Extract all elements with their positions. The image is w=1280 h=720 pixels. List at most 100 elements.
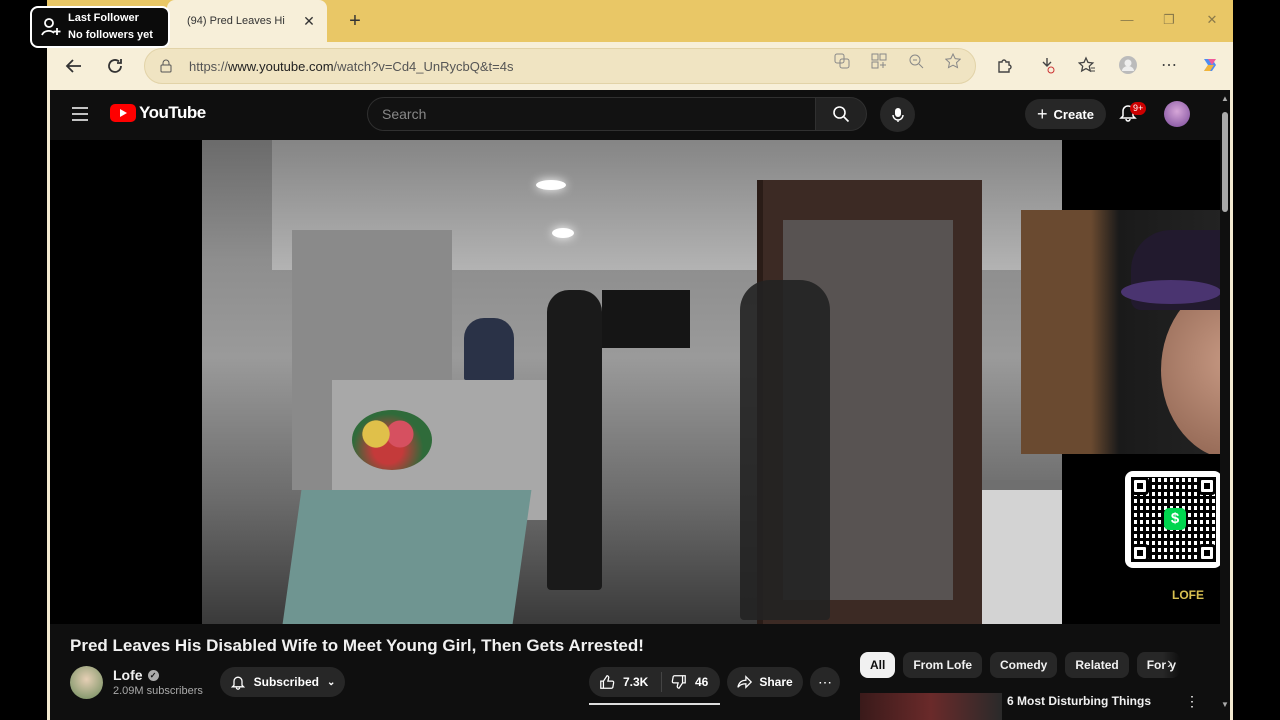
browser-tab-active[interactable]: (94) Pred Leaves Hi ✕ xyxy=(167,0,327,42)
page-scrollbar[interactable]: ▲ ▼ xyxy=(1220,90,1230,720)
follower-text: Last Follower No followers yet xyxy=(68,10,153,44)
youtube-page: YouTube + Create 9+ ▲ ▼ xyxy=(50,90,1230,720)
back-icon[interactable] xyxy=(62,54,86,78)
site-info-icon[interactable] xyxy=(159,59,177,73)
share-button[interactable]: Share xyxy=(727,667,803,697)
cashapp-qr-code: $ xyxy=(1125,471,1220,568)
more-actions-button[interactable]: ⋯ xyxy=(810,667,840,697)
search-box xyxy=(367,97,816,131)
dislike-button[interactable]: 46 xyxy=(662,674,708,690)
tab-close-icon[interactable]: ✕ xyxy=(301,13,317,30)
wall-tv xyxy=(602,290,690,348)
address-bar[interactable]: https://www.youtube.com/watch?v=Cd4_UnRy… xyxy=(144,48,976,84)
recommendation-title[interactable]: 6 Most Disturbing Things xyxy=(1007,694,1151,708)
recommendation-menu-icon[interactable]: ⋮ xyxy=(1185,693,1199,710)
menu-icon[interactable] xyxy=(70,104,90,124)
scroll-down-icon[interactable]: ▼ xyxy=(1221,700,1229,709)
bell-icon xyxy=(230,676,245,690)
new-tab-icon[interactable]: + xyxy=(343,9,367,33)
close-window-icon[interactable]: ✕ xyxy=(1202,12,1222,28)
scrollbar-thumb[interactable] xyxy=(1222,112,1228,212)
chevron-right-icon[interactable]: › xyxy=(1167,655,1172,673)
browser-essentials-icon[interactable] xyxy=(1036,54,1058,76)
microphone-icon xyxy=(891,107,904,122)
search-icon xyxy=(833,106,850,123)
refresh-icon[interactable] xyxy=(103,54,127,78)
zoom-icon[interactable] xyxy=(907,52,925,70)
extensions-icon[interactable] xyxy=(994,54,1016,76)
create-label: Create xyxy=(1053,106,1094,122)
notification-count-badge: 9+ xyxy=(1130,102,1147,115)
qr-corner xyxy=(1131,544,1149,562)
tab-strip: (94) Pred Leaves Hi ✕ + — ❐ ✕ xyxy=(47,0,1233,42)
video-player[interactable]: $ LOFE xyxy=(50,140,1220,624)
chevron-down-icon: ⌄ xyxy=(326,676,336,688)
subscriber-count: 2.09M subscribers xyxy=(113,685,203,697)
profile-icon[interactable] xyxy=(1117,54,1139,76)
hat-brim xyxy=(1121,280,1220,304)
channel-watermark: LOFE xyxy=(1172,588,1204,602)
cashapp-icon: $ xyxy=(1164,508,1186,530)
dislike-count: 46 xyxy=(695,675,709,689)
add-person-icon xyxy=(41,18,61,36)
screen: (94) Pred Leaves Hi ✕ + — ❐ ✕ https://ww… xyxy=(0,0,1280,720)
more-options-icon[interactable]: ⋯ xyxy=(1158,54,1180,76)
youtube-header: YouTube + Create 9+ xyxy=(50,90,1220,138)
like-dislike-group: 7.3K 46 xyxy=(589,667,720,697)
ceiling-light xyxy=(536,180,566,190)
person-standing xyxy=(547,290,602,590)
youtube-wordmark: YouTube xyxy=(139,103,206,122)
subscribed-button[interactable]: Subscribed ⌄ xyxy=(220,667,345,697)
account-avatar[interactable] xyxy=(1164,101,1190,127)
like-count: 7.3K xyxy=(623,675,649,689)
navigation-bar: https://www.youtube.com/watch?v=Cd4_UnRy… xyxy=(47,42,1233,90)
copilot-icon[interactable] xyxy=(1199,54,1221,76)
dining-table xyxy=(282,490,532,624)
ceiling-light xyxy=(552,228,574,238)
channel-name[interactable]: Lofe ✓ xyxy=(113,667,159,683)
chip-comedy[interactable]: Comedy xyxy=(990,652,1058,678)
voice-search-button[interactable] xyxy=(880,97,915,132)
scroll-up-icon[interactable]: ▲ xyxy=(1221,94,1229,103)
like-button[interactable]: 7.3K xyxy=(589,672,662,692)
qr-corner xyxy=(1131,477,1149,495)
tab-title: (94) Pred Leaves Hi xyxy=(187,15,285,27)
verified-check-icon: ✓ xyxy=(147,669,159,681)
favorites-icon[interactable] xyxy=(1076,54,1098,76)
streamer-webcam xyxy=(1021,210,1220,454)
person-behind-door xyxy=(740,280,830,620)
restore-icon[interactable]: ❐ xyxy=(1159,12,1179,28)
create-button[interactable]: + Create xyxy=(1025,99,1106,129)
channel-avatar[interactable] xyxy=(70,666,103,699)
youtube-logo[interactable]: YouTube xyxy=(110,103,206,123)
qr-pattern: $ xyxy=(1131,477,1216,562)
follower-heading: Last Follower xyxy=(68,12,139,24)
like-ratio-bar xyxy=(589,703,720,705)
recommendation-chips: All From Lofe Comedy Related For y xyxy=(860,652,1181,678)
flower-bouquet xyxy=(352,410,432,470)
qr-corner xyxy=(1198,544,1216,562)
share-arrow-icon xyxy=(737,675,753,689)
chip-all[interactable]: All xyxy=(860,652,896,678)
chip-from-lofe[interactable]: From Lofe xyxy=(903,652,983,678)
thumbs-up-icon xyxy=(600,675,615,689)
chip-related[interactable]: Related xyxy=(1065,652,1129,678)
follower-status: No followers yet xyxy=(68,29,153,41)
url-text: https://www.youtube.com/watch?v=Cd4_UnRy… xyxy=(189,58,514,74)
video-title: Pred Leaves His Disabled Wife to Meet Yo… xyxy=(70,636,644,655)
app-available-icon[interactable] xyxy=(870,52,888,70)
video-frame xyxy=(202,140,1062,624)
search-input[interactable] xyxy=(382,106,815,122)
chip-for-you[interactable]: For y xyxy=(1136,652,1181,678)
favorite-star-icon[interactable] xyxy=(944,52,962,70)
person-behind-counter xyxy=(464,318,514,380)
youtube-play-icon xyxy=(110,104,136,122)
qr-corner xyxy=(1198,477,1216,495)
translate-icon[interactable] xyxy=(833,52,851,70)
recommendation-thumbnail[interactable] xyxy=(860,693,1002,720)
search-button[interactable] xyxy=(815,97,867,131)
thumbs-down-icon xyxy=(671,675,686,689)
minimize-icon[interactable]: — xyxy=(1117,12,1137,27)
channel-name-text: Lofe xyxy=(113,667,143,683)
plus-icon: + xyxy=(1037,103,1048,124)
